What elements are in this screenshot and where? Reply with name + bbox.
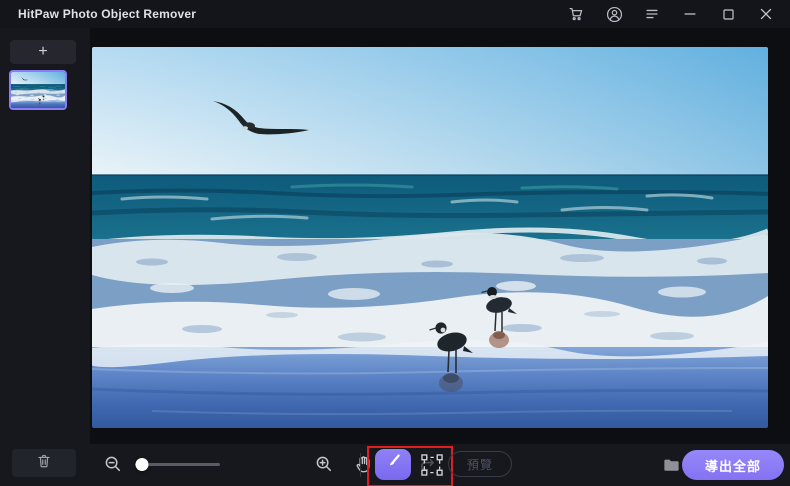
- zoom-slider[interactable]: [135, 455, 220, 473]
- export-all-button[interactable]: 導出全部: [682, 450, 784, 480]
- delete-button[interactable]: [12, 449, 76, 477]
- open-folder-icon[interactable]: [659, 453, 683, 477]
- zoom-in-icon[interactable]: [313, 453, 335, 475]
- minimize-icon[interactable]: [678, 2, 702, 26]
- zoom-out-icon[interactable]: [102, 453, 124, 475]
- brush-tool-button-active[interactable]: [375, 449, 411, 480]
- account-icon[interactable]: [602, 2, 626, 26]
- sidebar: +: [0, 28, 90, 486]
- titlebar-actions: [564, 0, 784, 28]
- app-window: HitPaw Photo Object Remover + 預覽 導出全部: [0, 0, 790, 486]
- zoom-slider-knob[interactable]: [135, 458, 149, 471]
- cart-icon[interactable]: [564, 2, 588, 26]
- trash-icon: [35, 452, 53, 475]
- titlebar: HitPaw Photo Object Remover: [0, 0, 790, 28]
- photo-thumbnail-selected[interactable]: [9, 70, 67, 110]
- marquee-select-tool-button[interactable]: [419, 452, 445, 478]
- add-image-button[interactable]: +: [10, 40, 76, 64]
- app-title: HitPaw Photo Object Remover: [18, 7, 197, 21]
- menu-icon[interactable]: [640, 2, 664, 26]
- maximize-icon[interactable]: [716, 2, 740, 26]
- hand-tool-icon[interactable]: [352, 453, 374, 475]
- close-icon[interactable]: [754, 2, 778, 26]
- preview-button[interactable]: 預覽: [448, 451, 512, 477]
- editor-canvas: [90, 28, 790, 444]
- brush-icon: [383, 452, 403, 477]
- photo-beach-seagulls[interactable]: [92, 47, 768, 428]
- bottom-toolbar: 預覽 導出全部: [90, 444, 790, 486]
- toolbar-divider: [360, 453, 361, 477]
